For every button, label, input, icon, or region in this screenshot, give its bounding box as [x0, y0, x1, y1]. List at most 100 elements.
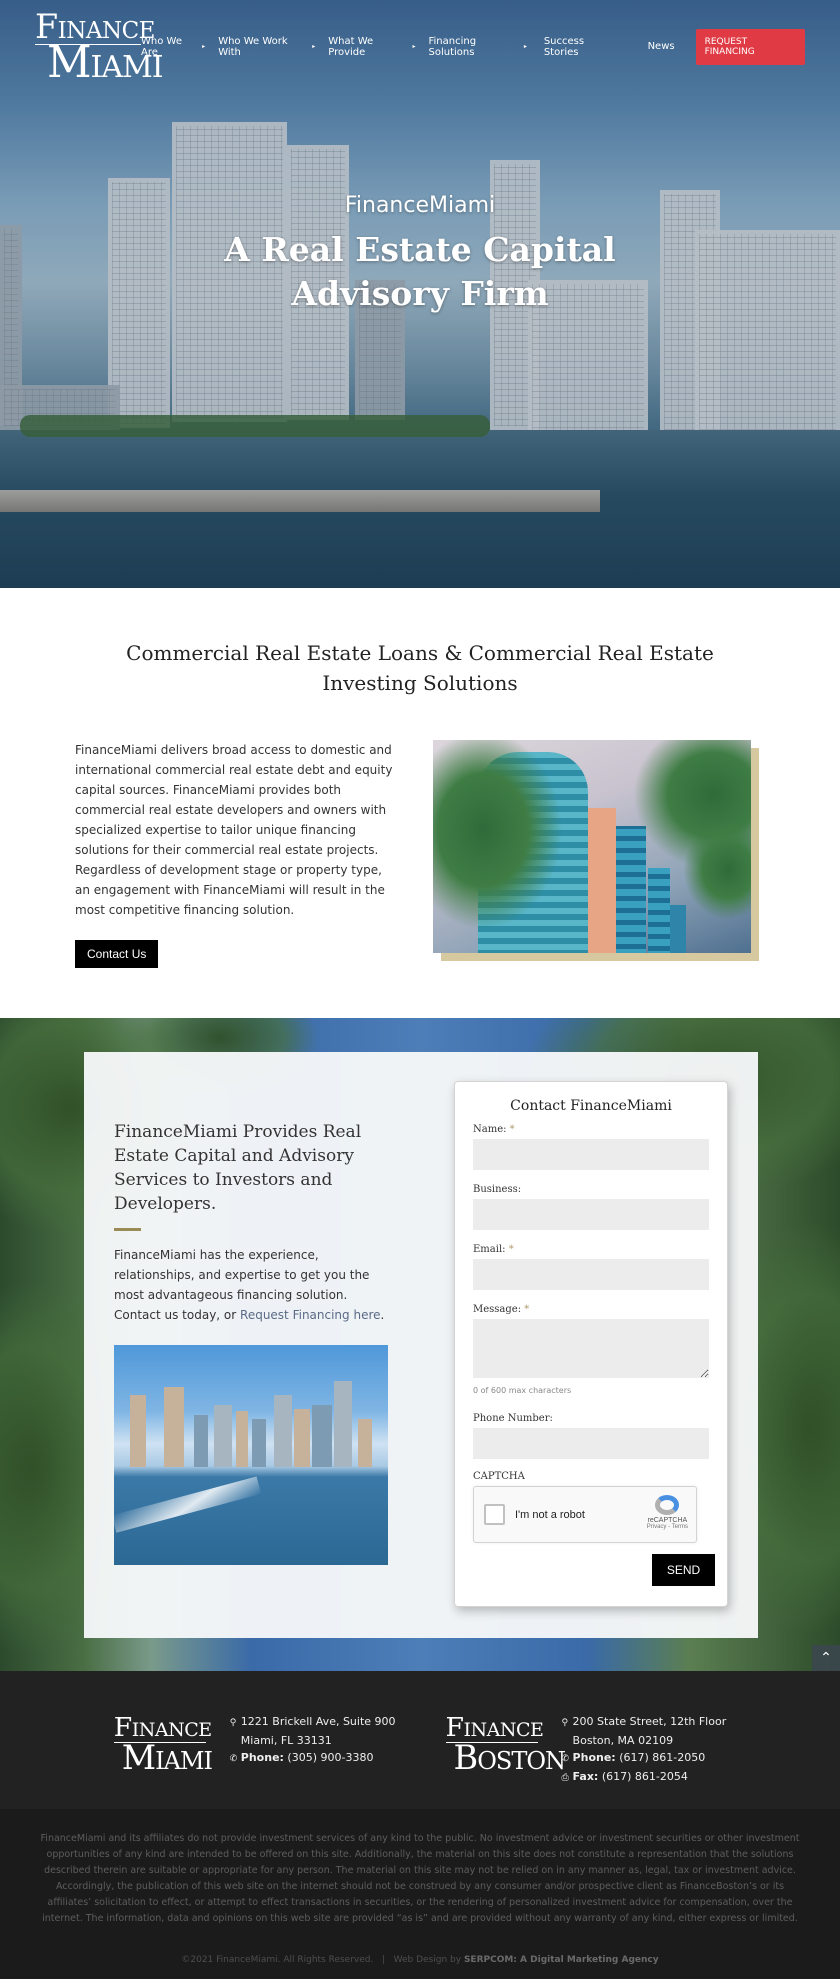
cta-text-column: FinanceMiami Provides Real Estate Capita… [114, 1120, 394, 1565]
name-label: Name: * [473, 1124, 709, 1135]
fax-line: ⎙ Fax: (617) 861-2054 [562, 1768, 727, 1787]
image-building [130, 1395, 146, 1467]
image-building [194, 1415, 208, 1467]
footer-offices: FINANCE MIAMI ⚲ 1221 Brickell Ave, Suite … [0, 1671, 840, 1809]
image-boat-wake [114, 1476, 262, 1533]
scroll-to-top-button[interactable]: ⌃ [812, 1645, 840, 1671]
nav-item-what-we-provide[interactable]: What We Provide ▸ [328, 36, 415, 58]
address-text: 200 State Street, 12th Floor [572, 1715, 727, 1728]
address-line: ⚲ 200 State Street, 12th Floor [562, 1713, 727, 1732]
address-line: ⚲ 1221 Brickell Ave, Suite 900 [230, 1713, 396, 1732]
cta-heading: FinanceMiami Provides Real Estate Capita… [114, 1122, 362, 1214]
address-text: 1221 Brickell Ave, Suite 900 [240, 1715, 396, 1728]
address-line: Boston, MA 02109 [572, 1734, 674, 1747]
image-building [214, 1405, 232, 1467]
image-tower [588, 808, 616, 953]
business-label: Business: [473, 1184, 709, 1195]
recaptcha-checkbox[interactable] [484, 1504, 505, 1525]
office-miami: FINANCE MIAMI ⚲ 1221 Brickell Ave, Suite … [113, 1713, 396, 1777]
nav-label: Who We Work With [218, 35, 288, 58]
label-text: Name: [473, 1124, 507, 1135]
name-input[interactable] [473, 1139, 709, 1170]
business-input[interactable] [473, 1199, 709, 1230]
request-financing-button[interactable]: REQUEST FINANCING [695, 28, 805, 65]
address-line: Miami, FL 33131 [240, 1734, 332, 1747]
required-marker: * [509, 1124, 515, 1135]
location-pin-icon: ⚲ [229, 1718, 237, 1728]
nav-item-financing-solutions[interactable]: Financing Solutions ▸ [429, 36, 527, 58]
label-text: Phone Number: [473, 1413, 553, 1424]
phone-label: Phone Number: [473, 1413, 709, 1424]
character-counter: 0 of 600 max characters [473, 1386, 572, 1395]
contact-form: Contact FinanceMiami Name: * Business: E… [454, 1081, 728, 1607]
send-button[interactable]: SEND [652, 1554, 715, 1586]
nav-label: Financing Solutions [428, 35, 477, 58]
required-marker: * [524, 1304, 530, 1315]
logo-initial: M [121, 1737, 156, 1777]
phone-icon: ✆ [229, 1754, 238, 1764]
caret-right-icon: ▸ [202, 43, 206, 50]
logo-text: IAMI [155, 1746, 213, 1775]
phone-label: Phone: [240, 1751, 284, 1764]
contact-us-button[interactable]: Contact Us [75, 940, 159, 968]
email-label: Email: * [473, 1244, 709, 1255]
nav-item-who-we-work-with[interactable]: Who We Work With ▸ [218, 36, 315, 58]
credit-prefix: Web Design by [393, 1955, 462, 1965]
hero-text: FinanceMiami A Real Estate Capital Advis… [0, 193, 840, 316]
image-building [334, 1381, 352, 1467]
main-nav: Who We Are ▸ Who We Work With ▸ What We Pr… [141, 28, 805, 65]
logo-line-2: MIAMI [121, 1737, 213, 1777]
hero-title: A Real Estate Capital Advisory Firm [224, 230, 616, 313]
fax-label: Fax: [572, 1770, 599, 1783]
copyright-text: ©2021 FinanceMiami. All Rights Reserved. [181, 1955, 374, 1965]
intro-image [433, 740, 751, 953]
nav-label: Success Stories [543, 35, 585, 58]
image-building [252, 1419, 266, 1467]
skyline-image [114, 1345, 388, 1565]
caret-right-icon: ▸ [312, 43, 316, 50]
office-info: ⚲ 200 State Street, 12th Floor Boston, MA… [562, 1713, 727, 1787]
image-building [294, 1409, 310, 1467]
footer-logo-boston[interactable]: FINANCE BOSTON [445, 1714, 566, 1777]
label-text: Email: [473, 1244, 506, 1255]
image-tower [670, 905, 686, 953]
nav-item-who-we-are[interactable]: Who We Are ▸ [141, 36, 205, 58]
hero-section: FINANCE MIAMI Who We Are ▸ Who We Work Wi… [0, 0, 840, 588]
logo-initial: B [453, 1737, 479, 1777]
caret-right-icon: ▸ [523, 43, 527, 50]
image-tower [616, 826, 646, 953]
required-marker: * [508, 1244, 514, 1255]
phone-link[interactable]: (617) 861-2050 [619, 1751, 705, 1764]
footer-logo-miami[interactable]: FINANCE MIAMI [113, 1714, 213, 1777]
nav-item-news[interactable]: News [648, 41, 675, 52]
image-building [236, 1411, 248, 1467]
image-building [358, 1419, 372, 1467]
request-financing-link[interactable]: Request Financing here [240, 1308, 381, 1322]
intro-section: Commercial Real Estate Loans & Commercia… [0, 588, 840, 1018]
phone-line: ✆ Phone: (617) 861-2050 [562, 1749, 727, 1768]
recaptcha-privacy-terms-links[interactable]: Privacy - Terms [647, 1524, 688, 1530]
logo-text: OSTON [477, 1746, 566, 1775]
site-logo[interactable]: FINANCE MIAMI [35, 9, 164, 86]
phone-link[interactable]: (305) 900-3380 [287, 1751, 373, 1764]
agency-credit-link[interactable]: SERPCOM: A Digital Marketing Agency [464, 1955, 659, 1965]
nav-item-success-stories[interactable]: Success Stories [544, 36, 619, 58]
phone-label: Phone: [572, 1751, 616, 1764]
location-pin-icon: ⚲ [561, 1718, 569, 1728]
image-building [164, 1387, 184, 1467]
label-text: Business: [473, 1184, 522, 1195]
hero-subtitle: FinanceMiami [344, 193, 496, 218]
legal-disclaimer: FinanceMiami and its affiliates do not p… [0, 1809, 840, 1943]
intro-image-frame [433, 740, 759, 961]
nav-label: Who We Are [141, 35, 182, 58]
logo-initial: M [47, 37, 92, 88]
image-building [312, 1405, 332, 1467]
image-tower [648, 868, 670, 953]
message-textarea[interactable] [473, 1319, 709, 1378]
phone-input[interactable] [473, 1428, 709, 1459]
email-input[interactable] [473, 1259, 709, 1290]
copyright-bar: ©2021 FinanceMiami. All Rights Reserved.… [0, 1943, 840, 1979]
intro-row: FinanceMiami delivers broad access to do… [75, 740, 765, 968]
cta-body-text: . [380, 1308, 385, 1322]
logo-line-2: MIAMI [47, 41, 164, 86]
